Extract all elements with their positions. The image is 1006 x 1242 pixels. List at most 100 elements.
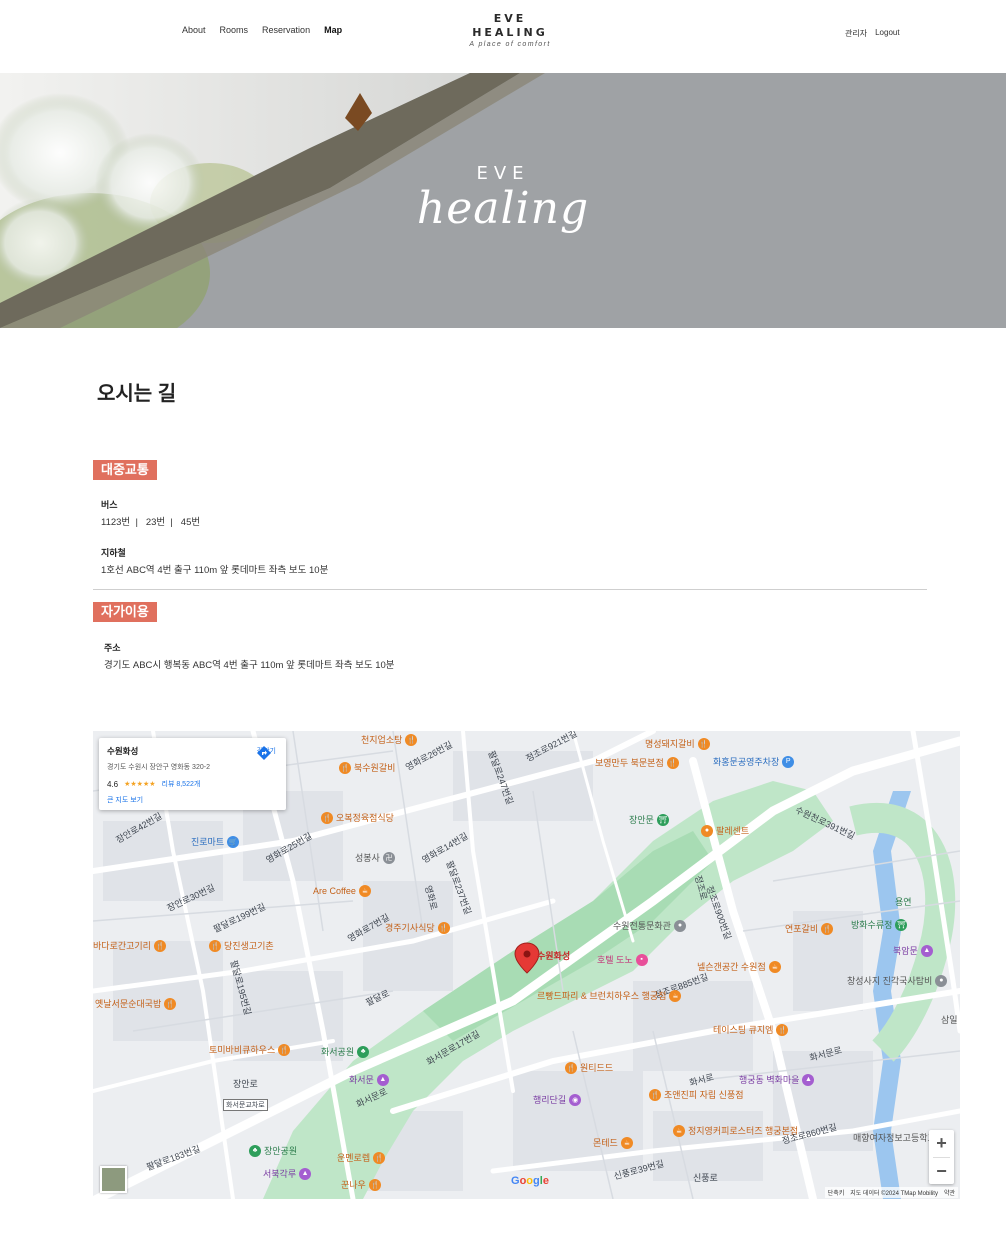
poi-label[interactable]: Are Coffee ☕ [313, 885, 371, 897]
zoom-in-button[interactable]: + [929, 1130, 954, 1156]
cafe-icon: ☕ [673, 1124, 685, 1137]
restaurant-icon: 🍴 [405, 733, 418, 746]
page-title: 오시는 길 [97, 383, 177, 405]
poi-label[interactable]: 화홍문공영주차장 P [713, 755, 795, 768]
cafe-icon: ☕ [669, 989, 682, 1002]
shortcuts-link[interactable]: 단축키 [828, 1188, 845, 1197]
poi-label[interactable]: 북암문 ▲ [893, 944, 933, 957]
nav-reservation[interactable]: Reservation [262, 25, 310, 35]
road-label: 화서문교차로 [223, 1099, 268, 1111]
poi-label[interactable]: 진로마트 🛒 [191, 835, 240, 848]
poi-label[interactable]: 경주기사식당 🍴 [385, 921, 450, 934]
poi-label[interactable]: 옛날서문순대국밥 🍴 [95, 997, 177, 1010]
nav-about[interactable]: About [182, 25, 206, 35]
restaurant-icon: 🍴 [437, 921, 450, 934]
poi-label[interactable]: 🍴 당진생고기촌 [209, 939, 274, 952]
poi-label[interactable]: 서북각루 ▲ [263, 1167, 312, 1180]
poi-label[interactable]: 매향여자정보고등학교 [853, 1131, 936, 1144]
poi-label[interactable]: 삼일 [941, 1013, 958, 1026]
subway-label: 지하철 [101, 548, 126, 558]
nav-map[interactable]: Map [324, 25, 342, 35]
poi-label[interactable]: 행리단길 ◉ [533, 1093, 582, 1106]
poi-label[interactable]: 장안문 ⛩ [629, 813, 669, 826]
poi-label[interactable]: ● 팔레센트 [701, 824, 749, 837]
admin-link[interactable]: 관리자 [845, 28, 867, 39]
parking-icon: P [782, 755, 795, 768]
bus-label: 버스 [101, 500, 118, 510]
cafe-icon: ☕ [620, 1136, 633, 1149]
cafe-icon: ☕ [768, 960, 781, 973]
logout-link[interactable]: Logout [875, 28, 899, 39]
poi-label[interactable]: 몬테드 ☕ [593, 1136, 633, 1149]
restaurant-icon: 🍴 [821, 922, 834, 935]
poi-label[interactable]: 방화수류정 ⛩ [851, 918, 908, 931]
reviews-link[interactable]: 리뷰 8,522개 [162, 779, 201, 789]
logo-line1: EVE [493, 12, 527, 25]
subway-text: 1호선 ABC역 4번 출구 110m 앞 롯데마트 좌측 보도 10분 [101, 565, 329, 576]
directions-button[interactable]: 길찾기 [256, 746, 276, 760]
site-logo[interactable]: EVE HEALING A place of comfort [465, 12, 555, 48]
poi-label[interactable]: 명성돼지갈비 🍴 [645, 737, 710, 750]
map-attribution: 단축키 지도 데이터 ©2024 TMap Mobility 약관 [824, 1187, 958, 1198]
landmark-icon: ● [935, 974, 948, 987]
shopping-cart-icon: 🛒 [227, 835, 240, 848]
restaurant-icon: 🍴 [697, 737, 710, 750]
poi-label[interactable]: 용연 [895, 895, 912, 908]
zoom-out-button[interactable]: − [929, 1158, 954, 1184]
view-larger-map-link[interactable]: 큰 지도 보기 [107, 795, 278, 805]
address-label: 주소 [104, 643, 121, 653]
hotel-icon: ▪ [635, 953, 648, 966]
poi-label[interactable]: 행궁동 벽화마을 ▲ [739, 1073, 815, 1086]
landmark-icon: ⛩ [656, 813, 669, 826]
google-map[interactable]: 천지업소탕 🍴 🍴 북수원갈비 영화로26번길 팔달로247번길 정조로921번길 … [93, 731, 960, 1199]
poi-label[interactable]: 🍴 오복정육점식당 [321, 811, 394, 824]
poi-label[interactable]: 🍴 조앤진피 자립 신풍점 [649, 1088, 744, 1101]
poi-label[interactable]: ♣ 장안공원 [249, 1144, 297, 1157]
poi-label[interactable]: 수원전통문화관 ● [613, 919, 686, 932]
rating-value: 4.6 [107, 779, 119, 789]
poi-label[interactable]: 성봉사 卍 [355, 851, 395, 864]
poi-label[interactable]: 호텔 도노 ▪ [597, 953, 648, 966]
restaurant-icon: 🍴 [666, 756, 679, 769]
nav-rooms[interactable]: Rooms [220, 25, 249, 35]
poi-label[interactable]: 넬슨갠공간 수원점 ☕ [697, 960, 781, 973]
public-transport-badge: 대중교통 [93, 460, 157, 480]
poi-label[interactable]: 꾼나우 🍴 [341, 1178, 381, 1191]
place-address: 경기도 수원시 장안구 영화동 320-2 [107, 764, 210, 771]
poi-label[interactable]: 🍴 북수원갈비 [339, 761, 395, 774]
poi-label[interactable]: 바다로간고기리 🍴 [93, 939, 166, 952]
terms-link[interactable]: 약관 [944, 1188, 955, 1197]
restaurant-icon: 🍴 [164, 997, 177, 1010]
temple-icon: 卍 [382, 851, 395, 864]
poi-label[interactable]: 운멘로렙 🍴 [337, 1151, 386, 1164]
shop-icon: ● [701, 824, 713, 837]
poi-label[interactable]: 테이스팅 큐지엠 🍴 [713, 1023, 789, 1036]
poi-label[interactable]: 천지업소탕 🍴 [361, 733, 418, 746]
bus-text: 1123번 | 23번 | 45번 [101, 517, 201, 528]
car-badge: 자가이용 [93, 602, 157, 622]
poi-label[interactable]: 🍴 원티드드 [565, 1061, 613, 1074]
place-name: 수원화성 [107, 746, 139, 756]
restaurant-icon: 🍴 [153, 939, 166, 952]
map-type-toggle[interactable] [100, 1166, 127, 1193]
poi-label[interactable]: 연포갈비 🍴 [785, 922, 834, 935]
restaurant-icon: 🍴 [565, 1061, 577, 1074]
hero-eve-text: EVE [476, 163, 530, 184]
user-menu: 관리자 Logout [845, 28, 900, 39]
landmark-icon: ▲ [802, 1073, 815, 1086]
zoom-controls: + − [929, 1130, 954, 1184]
poi-label[interactable]: 르빵드파리 & 브런치하우스 행궁점 ☕ [537, 989, 682, 1002]
logo-tagline: A place of comfort [469, 41, 551, 48]
marker-label[interactable]: 수원화성 [537, 949, 570, 962]
landmark-icon: ▲ [299, 1167, 312, 1180]
cafe-icon: ☕ [358, 885, 371, 897]
poi-label[interactable]: 창성사지 진각국사탑비 ● [847, 974, 948, 987]
park-icon: ♣ [357, 1045, 370, 1058]
poi-label[interactable]: 보영만두 북문본점 🍴 [595, 756, 679, 769]
poi-label[interactable]: 화서공원 ♣ [321, 1045, 370, 1058]
restaurant-icon: 🍴 [649, 1088, 661, 1101]
poi-label[interactable]: 토미바비큐하우스 🍴 [209, 1043, 291, 1056]
directions-icon [256, 746, 271, 760]
poi-label[interactable]: ☕ 정지영커피로스터즈 행궁본점 [673, 1124, 798, 1137]
place-info-card: 수원화성 경기도 수원시 장안구 영화동 320-2 4.6 ★★★★★ 리뷰 … [99, 738, 286, 810]
